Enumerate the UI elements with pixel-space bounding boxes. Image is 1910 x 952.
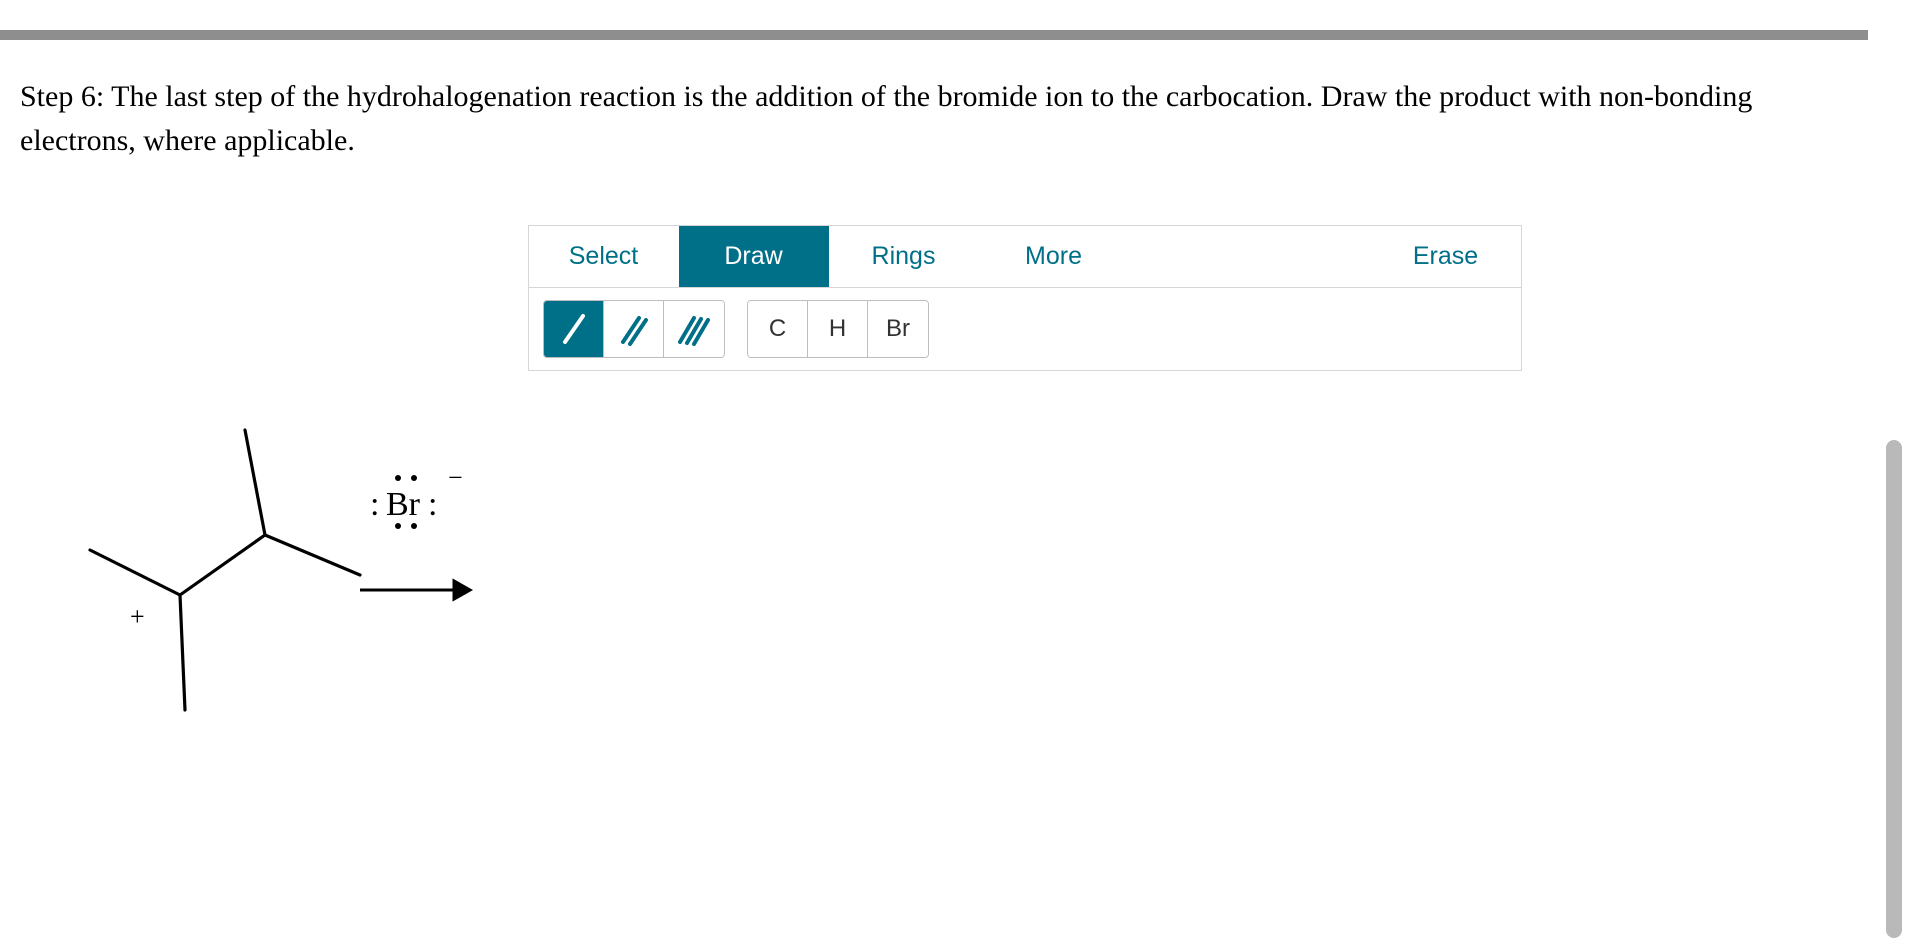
tab-erase[interactable]: Erase — [1371, 226, 1521, 287]
tab-select[interactable]: Select — [529, 226, 679, 287]
svg-text:+: + — [130, 602, 145, 631]
tab-more[interactable]: More — [979, 226, 1129, 287]
triple-bond-icon — [675, 312, 713, 346]
tab-draw[interactable]: Draw — [679, 226, 829, 287]
tab-rings[interactable]: Rings — [829, 226, 979, 287]
drawing-toolbar: Select Draw Rings More Erase — [528, 225, 1522, 371]
bond-tool-group — [543, 300, 725, 358]
question-text: Step 6: The last step of the hydrohaloge… — [20, 75, 1850, 162]
triple-bond-tool[interactable] — [664, 301, 724, 357]
element-c-button[interactable]: C — [748, 301, 808, 357]
svg-text:−: − — [448, 463, 463, 492]
tab-spacer — [1129, 226, 1371, 287]
tool-row: C H Br — [529, 288, 1521, 370]
reactant-diagram: + : Br : − — [70, 420, 490, 770]
svg-text::: : — [370, 486, 379, 523]
top-divider — [0, 30, 1868, 40]
single-bond-icon — [559, 312, 589, 346]
scrollbar-thumb[interactable] — [1886, 440, 1902, 938]
element-br-button[interactable]: Br — [868, 301, 928, 357]
single-bond-tool[interactable] — [544, 301, 604, 357]
element-h-button[interactable]: H — [808, 301, 868, 357]
double-bond-icon — [617, 312, 651, 346]
element-tool-group: C H Br — [747, 300, 929, 358]
double-bond-tool[interactable] — [604, 301, 664, 357]
bromide-label: Br — [386, 486, 421, 523]
svg-text::: : — [428, 486, 437, 523]
toolbar-tabs: Select Draw Rings More Erase — [529, 226, 1521, 288]
